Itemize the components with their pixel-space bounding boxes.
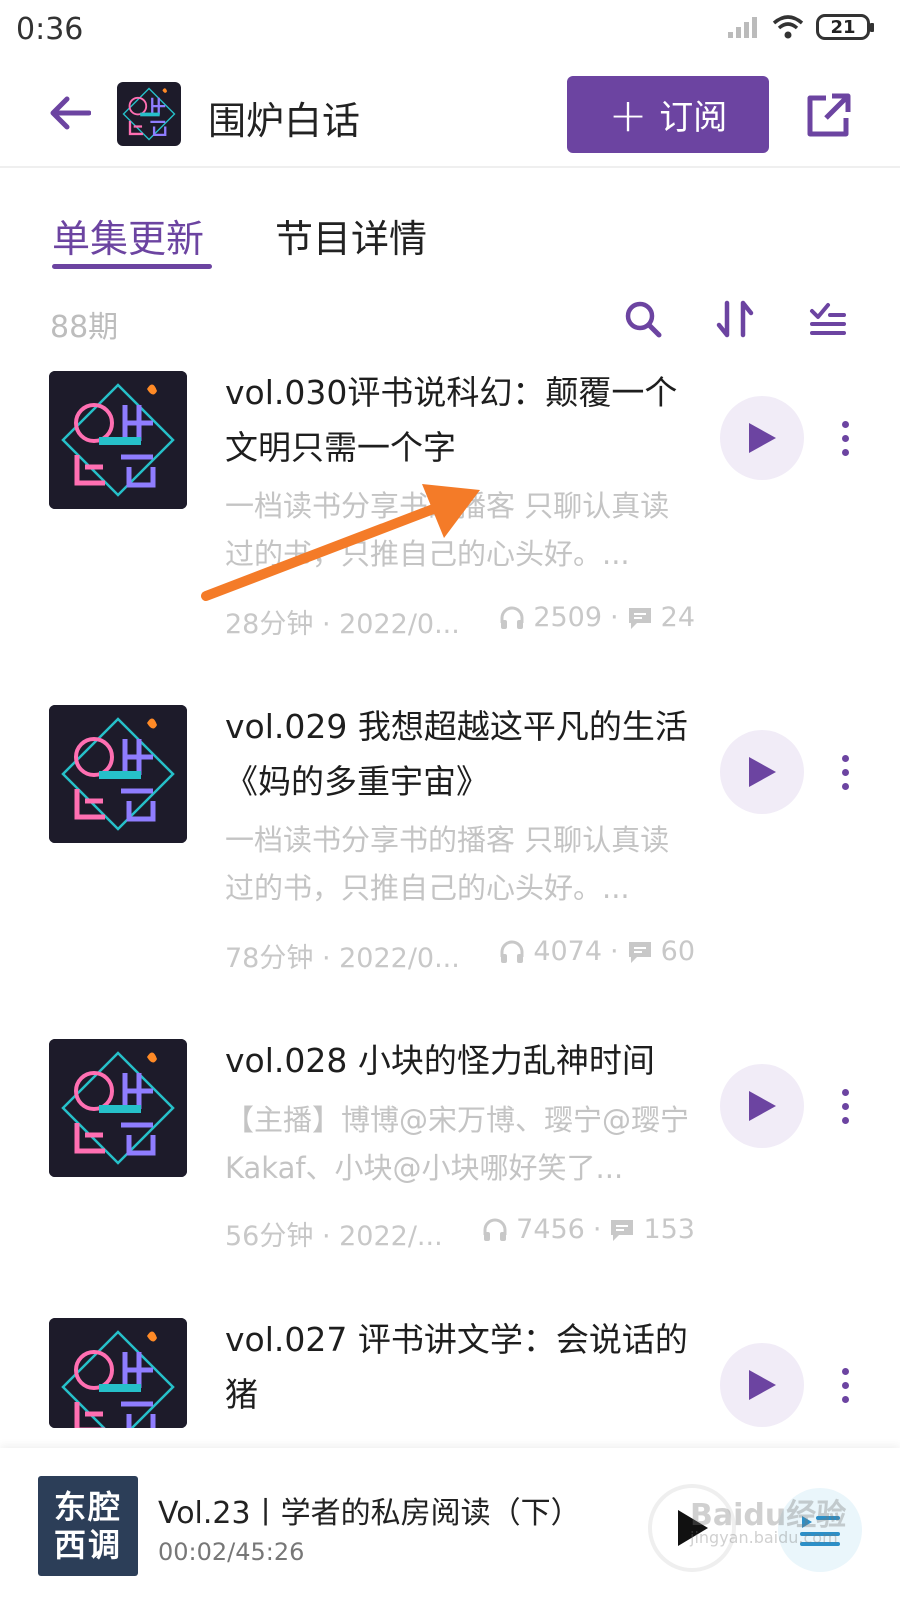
share-icon [807,93,851,137]
play-icon [749,757,776,787]
episode-cover [49,1039,187,1177]
play-icon [749,1091,776,1121]
more-options-button[interactable] [830,742,860,802]
wifi-icon [772,15,804,39]
mini-player[interactable]: 东腔 西调 Vol.23丨学者的私房阅读（下） 00:02/45:26 [0,1448,900,1600]
episode-duration-date: 56分钟 · 2022/... [225,1221,443,1252]
status-time: 0:36 [16,12,84,47]
tab-details[interactable]: 节目详情 [275,208,427,263]
play-count: 7456 [516,1214,585,1245]
episode-duration-date: 28分钟 · 2022/0... [225,609,460,640]
active-tab-indicator [52,264,212,269]
episode-cover [49,1318,187,1428]
tab-episodes[interactable]: 单集更新 [52,208,204,263]
podcast-logo [117,82,181,146]
episode-meta: 28分钟 · 2022/0... 2509 · 24 [225,602,695,640]
header: 围炉白话 + 订阅 [0,70,900,168]
system-icons: 21 [726,14,874,40]
share-button[interactable] [800,88,856,144]
podcast-title: 围炉白话 [208,99,361,143]
play-button[interactable] [720,1343,804,1427]
play-button[interactable] [720,1064,804,1148]
episode-count: 88期 [50,310,119,345]
episode-title: vol.028 小块的怪力乱神时间 [225,1041,655,1080]
comment-count: 24 [660,602,695,633]
checklist-icon [810,303,846,335]
episode-meta: 78分钟 · 2022/0... 4074 · 60 [225,936,695,974]
episode-title: vol.029 我想超越这平凡的生活《妈的多重宇宙》 [225,707,688,801]
comment-icon [611,1219,634,1241]
play-button[interactable] [720,730,804,814]
headphones-icon [500,940,524,963]
play-icon [749,423,776,453]
sort-icon [716,300,754,338]
comment-icon [628,607,651,629]
episode-description: 一档读书分享书的播客 只聊认真读过的书，只推自己的心头好。... [225,489,670,571]
episode-duration-date: 78分钟 · 2022/0... [225,943,460,974]
episode-cover [49,371,187,509]
now-playing-title: Vol.23丨学者的私房阅读（下） [158,1496,581,1531]
episode-title: vol.027 评书讲文学：会说话的猪 [225,1320,688,1414]
search-button[interactable] [620,296,666,342]
headphones-icon [483,1218,507,1241]
comment-icon [628,941,651,963]
batch-select-button[interactable] [805,296,851,342]
search-icon [625,301,662,338]
play-icon [749,1370,776,1400]
signal-icon [728,17,757,38]
battery-level: 21 [830,16,856,38]
cover-text-line1: 东腔 [53,1488,122,1526]
status-bar: 0:36 21 [0,0,900,60]
playlist-icon [800,1516,840,1546]
more-options-button[interactable] [830,1076,860,1136]
episode-meta: 56分钟 · 2022/... 7456 · 153 [225,1214,695,1252]
play-count: 4074 [533,936,603,967]
sort-button[interactable] [712,296,758,342]
subscribe-button[interactable]: + 订阅 [567,76,769,153]
player-play-button[interactable] [648,1484,736,1572]
back-arrow-icon [50,96,91,130]
cover-text-line2: 西调 [53,1526,122,1564]
episode-description: 【主播】博博@宋万博、璎宁@璎宁Kakaf、小块@小块哪好笑了... [225,1103,690,1185]
play-icon [678,1510,708,1546]
episode-description: 一档读书分享书的播客 只聊认真读过的书，只推自己的心头好。... [225,823,670,905]
play-button[interactable] [720,396,804,480]
episode-cover [49,705,187,843]
headphones-icon [500,606,524,629]
subscribe-label: 订阅 [659,98,728,138]
now-playing-time: 00:02/45:26 [158,1538,305,1566]
back-button[interactable] [40,88,100,138]
plus-icon: + [608,87,648,142]
now-playing-cover: 东腔 西调 [38,1476,138,1576]
playlist-button[interactable] [778,1488,862,1572]
more-options-button[interactable] [830,1355,860,1415]
comment-count: 153 [643,1214,695,1245]
episode-title: vol.030评书说科幻：颠覆一个文明只需一个字 [225,373,678,467]
more-options-button[interactable] [830,408,860,468]
battery-icon: 21 [816,14,874,40]
comment-count: 60 [660,936,695,967]
play-count: 2509 [533,602,603,633]
